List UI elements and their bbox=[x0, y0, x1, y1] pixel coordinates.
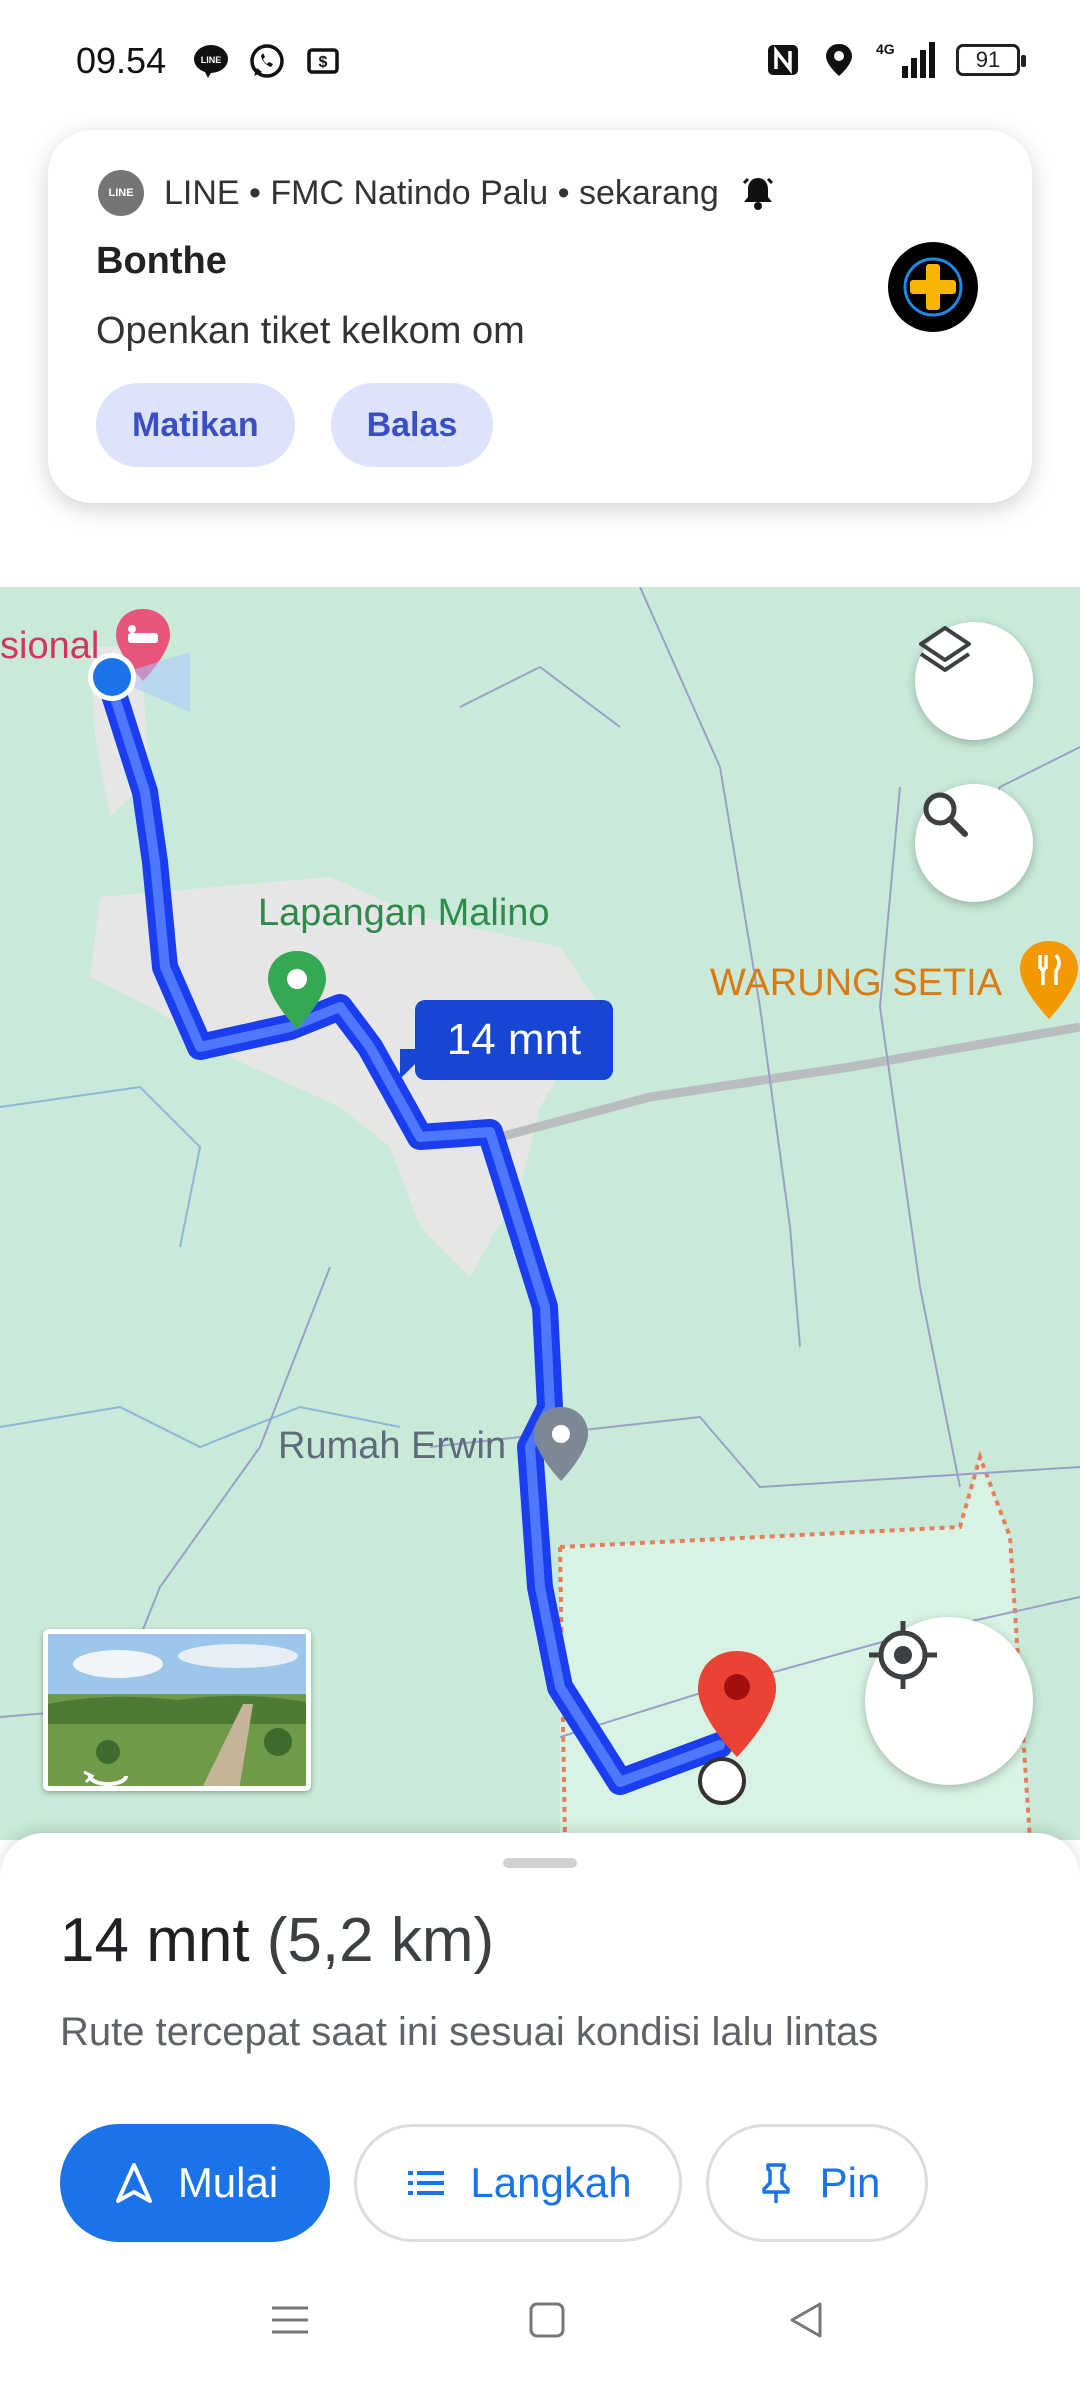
whatsapp-icon bbox=[250, 44, 284, 78]
route-note: Rute tercepat saat ini sesuai kondisi la… bbox=[60, 2010, 879, 2054]
steps-button[interactable]: Langkah bbox=[354, 2124, 682, 2242]
notification-message: Openkan tiket kelkom om bbox=[96, 310, 525, 352]
mute-button[interactable]: Matikan bbox=[96, 383, 295, 467]
status-time: 09.54 bbox=[76, 40, 167, 81]
navigation-arrow-icon bbox=[115, 2163, 152, 2203]
layers-icon bbox=[919, 626, 971, 672]
status-bar: 09.54 LINE $ 4G 91 bbox=[0, 0, 1080, 125]
line-notification[interactable]: LINE LINE • FMC Natindo Palu • sekarang … bbox=[48, 130, 1032, 503]
crosshair-icon bbox=[869, 1621, 937, 1689]
back-button[interactable] bbox=[776, 2290, 836, 2350]
street-view-image bbox=[48, 1634, 306, 1786]
battery-icon: 91 bbox=[956, 44, 1026, 76]
list-icon bbox=[408, 2171, 445, 2195]
route-summary: 14 mnt (5,2 km) bbox=[60, 1905, 494, 1976]
my-location-button[interactable] bbox=[865, 1617, 1033, 1785]
notification-sender: Bonthe bbox=[96, 240, 227, 282]
street-view-thumbnail[interactable] bbox=[43, 1629, 311, 1791]
line-icon: LINE bbox=[194, 45, 228, 78]
sender-avatar bbox=[888, 242, 978, 332]
route-end-dot bbox=[698, 1757, 746, 1805]
map-view[interactable]: sional Lapangan Malino WARUNG SETIA Ruma… bbox=[0, 587, 1080, 1840]
pin-button[interactable]: Pin bbox=[706, 2124, 928, 2242]
menu-lines-icon bbox=[272, 2306, 308, 2334]
map-label-lapangan-malino[interactable]: Lapangan Malino bbox=[258, 892, 550, 935]
pin-label: Pin bbox=[819, 2159, 881, 2206]
system-navigation-bar bbox=[0, 2290, 1080, 2400]
signal-icon: 4G bbox=[876, 41, 935, 78]
bell-icon bbox=[742, 177, 773, 210]
nfc-icon bbox=[768, 45, 798, 75]
current-location-dot bbox=[88, 652, 190, 712]
svg-text:LINE: LINE bbox=[201, 55, 222, 65]
back-triangle-icon bbox=[790, 2302, 822, 2338]
line-app-icon: LINE bbox=[98, 170, 144, 216]
park-pin-icon[interactable] bbox=[264, 949, 330, 1033]
pushpin-icon bbox=[761, 2163, 790, 2203]
start-label: Mulai bbox=[177, 2159, 279, 2206]
reply-button[interactable]: Balas bbox=[330, 383, 494, 467]
notification-header: LINE LINE • FMC Natindo Palu • sekarang bbox=[98, 170, 777, 216]
home-button[interactable] bbox=[517, 2290, 577, 2350]
layers-button[interactable] bbox=[915, 622, 1033, 740]
place-pin-icon[interactable] bbox=[530, 1405, 592, 1485]
map-label-rumah-erwin[interactable]: Rumah Erwin bbox=[278, 1425, 506, 1468]
sheet-drag-handle[interactable] bbox=[503, 1858, 577, 1868]
recent-apps-button[interactable] bbox=[260, 2290, 320, 2350]
svg-text:4G: 4G bbox=[876, 41, 895, 57]
search-button[interactable] bbox=[915, 784, 1033, 902]
money-icon: $ bbox=[307, 48, 339, 74]
home-square-icon bbox=[529, 2302, 565, 2338]
map-label-warung-setia[interactable]: WARUNG SETIA bbox=[710, 962, 1002, 1005]
route-distance: (5,2 km) bbox=[266, 1906, 495, 1975]
avatar-plus-icon bbox=[903, 257, 963, 317]
steps-label: Langkah bbox=[470, 2159, 632, 2206]
route-duration: 14 mnt bbox=[60, 1906, 250, 1975]
svg-text:$: $ bbox=[319, 54, 328, 71]
search-icon bbox=[923, 792, 968, 837]
eta-bubble[interactable]: 14 mnt bbox=[415, 1000, 613, 1080]
location-icon bbox=[826, 44, 852, 76]
restaurant-pin-icon[interactable] bbox=[1016, 939, 1080, 1023]
start-navigation-button[interactable]: Mulai bbox=[60, 2124, 330, 2242]
notification-header-text: LINE • FMC Natindo Palu • sekarang bbox=[164, 173, 719, 212]
